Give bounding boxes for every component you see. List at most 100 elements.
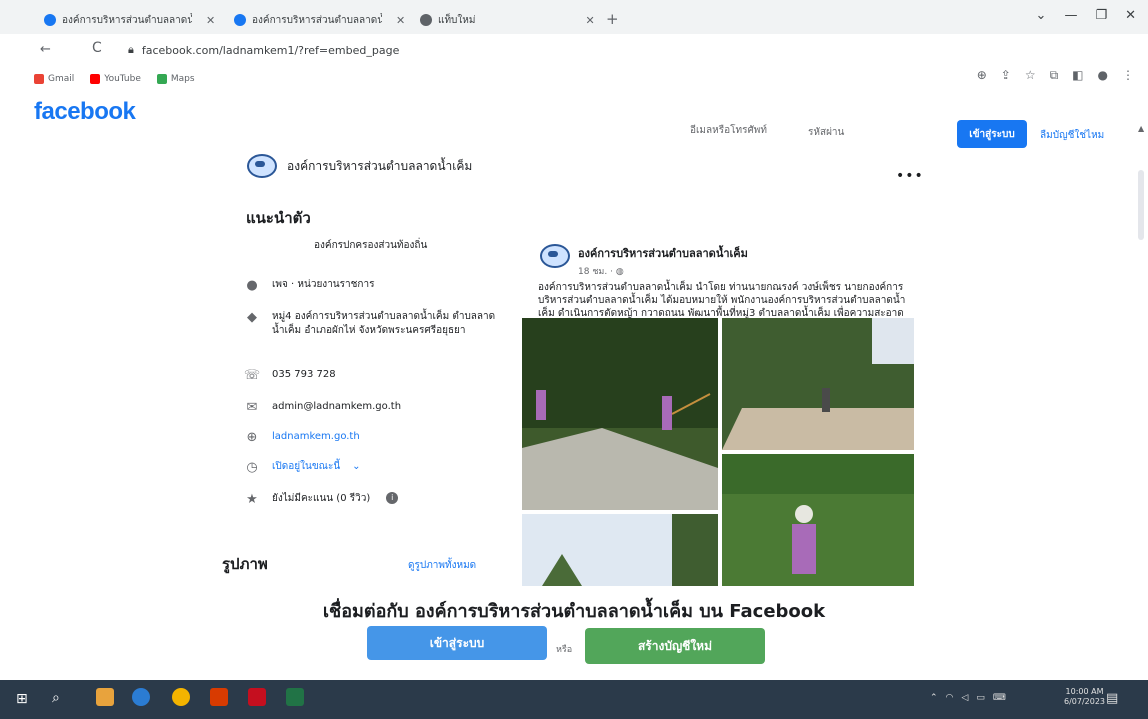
hours-row: ◷ เปิดอยู่ในขณะนี้ ⌄ xyxy=(244,460,360,476)
acrobat-icon[interactable] xyxy=(248,688,266,706)
tab-1-title: องค์การบริหารส่วนตำบลลาดน้ำเค็ม xyxy=(62,14,192,26)
login-button[interactable]: เข้าสู่ระบบ xyxy=(367,626,547,660)
maps-icon xyxy=(156,74,167,84)
forgot-account-link[interactable]: ลืมบัญชีใช่ไหม xyxy=(1040,128,1104,143)
back-icon[interactable]: ← xyxy=(40,42,51,57)
globe-icon: ◍ xyxy=(615,267,624,277)
photo-1-image xyxy=(522,318,718,510)
side-panel-icon[interactable]: ◧ xyxy=(1072,68,1083,83)
post-timestamp[interactable]: 18 ชม. · ◍ xyxy=(578,264,748,278)
globe-icon: ⊕ xyxy=(246,430,258,445)
email-text[interactable]: admin@ladnamkem.go.th xyxy=(272,400,401,414)
facebook-favicon-icon xyxy=(44,14,56,26)
tab-search-icon[interactable]: ⌄ xyxy=(1036,8,1047,23)
page-logo-icon[interactable] xyxy=(247,154,277,178)
chrome-icon[interactable] xyxy=(172,688,190,706)
intro-title: แนะนำตัว xyxy=(246,209,311,227)
email-field[interactable]: อีเมลหรือโทรศัพท์ xyxy=(690,123,767,138)
post-photo-2[interactable] xyxy=(722,318,914,450)
tab-3-title: แท็บใหม่ xyxy=(438,14,476,26)
create-account-button[interactable]: สร้างบัญชีใหม่ xyxy=(585,628,765,664)
close-window-icon[interactable]: ✕ xyxy=(1125,8,1136,23)
menu-icon[interactable]: ⋮ xyxy=(1122,68,1134,83)
post-header: องค์การบริหารส่วนตำบลลาดน้ำเค็ม 18 ชม. ·… xyxy=(540,244,748,278)
hours-text[interactable]: เปิดอยู่ในขณะนี้ xyxy=(272,460,340,474)
bookmark-label: YouTube xyxy=(104,74,141,84)
connect-heading: เชื่อมต่อกับ องค์การบริหารส่วนตำบลลาดน้ำ… xyxy=(322,601,826,622)
powerpoint-icon[interactable] xyxy=(210,688,228,706)
see-all-photos-link[interactable]: ดูรูปภาพทั้งหมด xyxy=(408,558,476,573)
bookmark-maps[interactable]: Maps xyxy=(156,74,195,84)
url-text: facebook.com/ladnamkem1/?ref=embed_page xyxy=(141,43,400,57)
language-icon[interactable]: ⌨ xyxy=(993,693,1006,703)
star-icon[interactable]: ☆ xyxy=(1025,68,1036,83)
bookmark-gmail[interactable]: Gmail xyxy=(34,74,74,84)
phone-text: 035 793 728 xyxy=(272,369,336,380)
photo-2-image xyxy=(722,318,914,450)
network-icon[interactable]: ◠ xyxy=(946,693,954,703)
password-field[interactable]: รหัสผ่าน xyxy=(808,125,844,140)
lock-icon: 🔒︎ xyxy=(128,43,134,56)
facebook-logo[interactable]: facebook xyxy=(34,98,136,126)
chevron-up-icon[interactable]: ⌃ xyxy=(930,693,938,703)
reload-icon[interactable]: C xyxy=(92,40,102,56)
info-circle-icon: ● xyxy=(246,278,258,293)
toolbar-icons: ⊕ ⇪ ☆ ⧉ ◧ ● ⋮ xyxy=(977,68,1134,83)
maximize-icon[interactable]: ❐ xyxy=(1095,8,1107,23)
post-photo-1[interactable] xyxy=(522,318,718,510)
tab-2[interactable]: องค์การบริหารส่วนตำบลลาดน้ำเค็ม ✕ xyxy=(234,8,405,32)
share-icon[interactable]: ⇪ xyxy=(1001,68,1011,83)
tab-1[interactable]: องค์การบริหารส่วนตำบลลาดน้ำเค็ม ✕ xyxy=(44,8,215,32)
bookmark-label: Maps xyxy=(170,74,195,84)
page-header: องค์การบริหารส่วนตำบลลาดน้ำเค็ม xyxy=(247,154,472,178)
post-photo-3[interactable] xyxy=(722,454,914,586)
post-photo-4[interactable] xyxy=(522,514,718,586)
extensions-icon[interactable]: ⧉ xyxy=(1050,68,1059,83)
post-photo-grid xyxy=(522,318,914,586)
notification-icon[interactable]: ▤ xyxy=(1106,691,1118,706)
address-text: หมู่4 องค์การบริหารส่วนตำบลลาดน้ำเค็ม ตำ… xyxy=(272,311,496,336)
minimize-icon[interactable]: — xyxy=(1064,8,1077,23)
chrome-favicon-icon xyxy=(420,14,432,26)
chevron-down-icon[interactable]: ⌄ xyxy=(352,460,360,474)
clock-time: 10:00 AM xyxy=(1065,687,1104,696)
facebook-favicon-icon xyxy=(234,14,246,26)
more-options-icon[interactable]: ••• xyxy=(896,168,924,184)
youtube-icon xyxy=(90,74,101,84)
tab-2-title: องค์การบริหารส่วนตำบลลาดน้ำเค็ม xyxy=(252,14,382,26)
window-controls: ⌄ — ❐ ✕ xyxy=(1036,8,1136,23)
search-icon[interactable]: ⌕ xyxy=(52,690,60,706)
close-tab-icon[interactable]: ✕ xyxy=(396,14,405,27)
rating-text: ยังไม่มีคะแนน (0 รีวิว) xyxy=(272,493,371,504)
windows-start-icon[interactable]: ⊞ xyxy=(16,691,28,707)
category-text: เพจ · หน่วยงานราชการ xyxy=(272,279,375,290)
star-icon: ★ xyxy=(246,492,258,507)
scrollbar-thumb[interactable] xyxy=(1138,170,1144,240)
post-avatar-icon[interactable] xyxy=(540,244,570,268)
profile-icon[interactable]: ● xyxy=(1098,68,1108,83)
photo-3-image xyxy=(722,454,914,586)
page-name[interactable]: องค์การบริหารส่วนตำบลลาดน้ำเค็ม xyxy=(287,157,472,176)
category-row: ● เพจ · หน่วยงานราชการ xyxy=(244,278,374,294)
tab-3[interactable]: แท็บใหม่ ✕ xyxy=(420,8,595,32)
info-icon[interactable]: i xyxy=(386,492,399,504)
battery-icon[interactable]: ▭ xyxy=(976,693,985,703)
post-author[interactable]: องค์การบริหารส่วนตำบลลาดน้ำเค็ม xyxy=(578,244,748,262)
new-tab-button[interactable]: + xyxy=(606,10,619,28)
location-pin-icon: ◆ xyxy=(247,310,257,325)
excel-icon[interactable] xyxy=(286,688,304,706)
volume-icon[interactable]: ◁ xyxy=(961,693,968,703)
photo-4-image xyxy=(522,514,718,586)
scroll-up-icon[interactable]: ▲ xyxy=(1138,124,1144,133)
close-tab-icon[interactable]: ✕ xyxy=(206,14,215,27)
bookmark-youtube[interactable]: YouTube xyxy=(90,74,141,84)
file-explorer-icon[interactable] xyxy=(96,688,114,706)
address-bar[interactable]: 🔒︎ facebook.com/ladnamkem1/?ref=embed_pa… xyxy=(128,43,399,57)
website-link[interactable]: ladnamkem.go.th xyxy=(272,430,360,444)
header-login-button[interactable]: เข้าสู่ระบบ xyxy=(957,120,1027,148)
edge-icon[interactable] xyxy=(132,688,150,706)
taskbar-clock[interactable]: 10:00 AM 6/07/2023 xyxy=(1064,687,1105,707)
google-lens-icon[interactable]: ⊕ xyxy=(977,68,987,83)
close-tab-icon[interactable]: ✕ xyxy=(585,14,594,27)
intro-subtitle: องค์กรปกครองส่วนท้องถิ่น xyxy=(314,240,428,251)
